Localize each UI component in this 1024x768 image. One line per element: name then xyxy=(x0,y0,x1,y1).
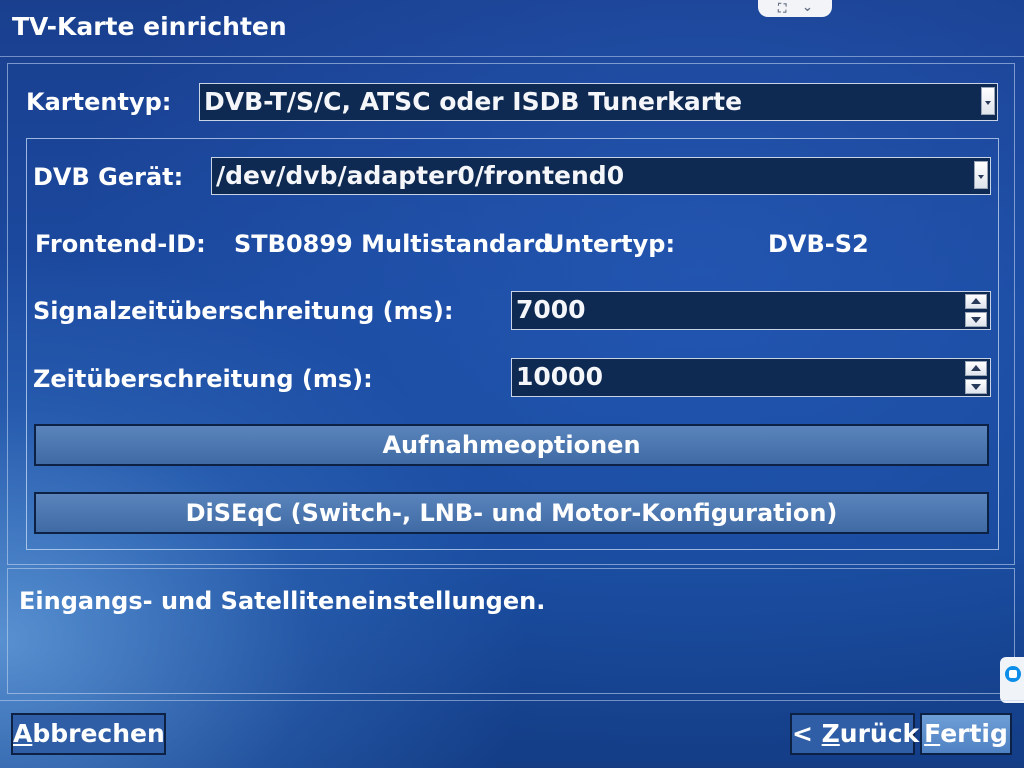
cancel-label: bbrechen xyxy=(32,719,165,748)
timeout-value: 10000 xyxy=(516,362,603,391)
page-title: TV-Karte einrichten xyxy=(12,12,287,41)
back-prefix: < xyxy=(792,719,822,748)
card-type-value: DVB-T/S/C, ATSC oder ISDB Tunerkarte xyxy=(204,87,743,116)
title-divider xyxy=(0,56,1024,57)
back-mnemonic: Z xyxy=(821,719,840,748)
chevron-down-icon[interactable]: ⌄ xyxy=(802,0,813,15)
recording-options-button[interactable]: Aufnahmeoptionen xyxy=(34,424,989,466)
timeout-spinbox[interactable]: 10000 xyxy=(511,358,991,397)
status-text: Eingangs- und Satelliteneinstellungen. xyxy=(19,587,546,615)
cancel-mnemonic: A xyxy=(13,719,33,748)
spin-down-icon[interactable] xyxy=(965,312,987,327)
frontend-id-label: Frontend-ID: xyxy=(35,230,206,258)
footer-divider xyxy=(0,700,1024,701)
timeout-label: Zeitüberschreitung (ms): xyxy=(33,365,373,393)
device-value: /dev/dvb/adapter0/frontend0 xyxy=(216,161,625,190)
back-button[interactable]: < Zurück xyxy=(790,713,919,755)
spin-down-icon[interactable] xyxy=(965,379,987,394)
card-type-label: Kartentyp: xyxy=(26,88,172,116)
fullscreen-icon[interactable]: ⛶ xyxy=(778,1,786,16)
signal-timeout-value: 7000 xyxy=(516,295,586,324)
remote-toolbar-tab[interactable]: ⛶ ⌄ xyxy=(758,0,832,17)
spin-up-icon[interactable] xyxy=(965,361,987,376)
frontend-id-value: STB0899 Multistandard xyxy=(234,230,552,258)
subtype-value: DVB-S2 xyxy=(768,230,869,258)
finish-button[interactable]: Fertig xyxy=(920,713,1012,755)
finish-label: ertig xyxy=(940,719,1008,748)
finish-mnemonic: F xyxy=(924,719,941,748)
teamviewer-tab[interactable] xyxy=(1000,657,1024,703)
signal-timeout-spinbox[interactable]: 7000 xyxy=(511,291,991,330)
device-select[interactable]: /dev/dvb/adapter0/frontend0 xyxy=(211,157,991,195)
back-label: urück xyxy=(839,719,920,748)
subtype-label: Untertyp: xyxy=(545,230,676,258)
device-label: DVB Gerät: xyxy=(33,163,184,191)
diseqc-button[interactable]: DiSEqC (Switch-, LNB- und Motor-Konfigur… xyxy=(34,492,989,534)
card-type-select[interactable]: DVB-T/S/C, ATSC oder ISDB Tunerkarte xyxy=(199,83,998,121)
signal-timeout-label: Signalzeitüberschreitung (ms): xyxy=(33,297,454,325)
dvb-settings-group xyxy=(26,138,999,550)
dropdown-arrow-icon[interactable] xyxy=(981,87,995,115)
spin-up-icon[interactable] xyxy=(965,294,987,309)
teamviewer-icon xyxy=(1005,666,1021,682)
cancel-button[interactable]: Abbrechen xyxy=(11,713,166,755)
dropdown-arrow-icon[interactable] xyxy=(974,161,988,189)
